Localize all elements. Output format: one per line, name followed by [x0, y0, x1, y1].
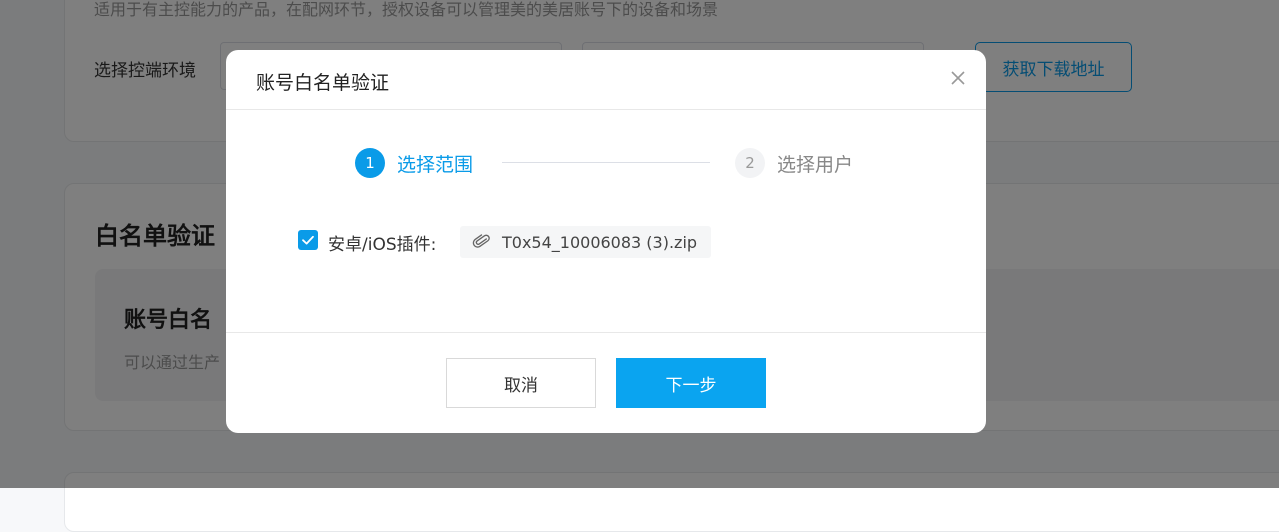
cancel-button[interactable]: 取消 [446, 358, 596, 408]
step-connector [502, 162, 710, 163]
plugin-row: 安卓/iOS插件: T0x54_10006083 (3).zip [298, 226, 938, 258]
close-button[interactable] [946, 66, 970, 90]
plugin-file-name: T0x54_10006083 (3).zip [502, 232, 698, 252]
dialog-footer: 取消 下一步 [226, 332, 986, 433]
plugin-label: 安卓/iOS插件: [328, 235, 437, 255]
paperclip-icon [472, 234, 490, 248]
plugin-checkbox[interactable] [298, 230, 318, 250]
next-step-button[interactable]: 下一步 [616, 358, 766, 408]
dialog-header: 账号白名单验证 [226, 50, 986, 110]
step-2-label: 选择用户 [777, 154, 854, 176]
step-1-label: 选择范围 [397, 154, 474, 176]
check-icon [302, 235, 314, 245]
dialog-title: 账号白名单验证 [256, 72, 390, 94]
whitelist-verify-dialog: 账号白名单验证 1 选择范围 2 选择用户 安卓/iOS插件: T0x54_10… [226, 50, 986, 433]
step-2-number: 2 [735, 148, 765, 178]
steps-indicator: 1 选择范围 2 选择用户 [226, 148, 986, 180]
close-icon [951, 71, 965, 85]
plugin-file-link[interactable]: T0x54_10006083 (3).zip [460, 226, 712, 258]
step-1-number: 1 [355, 148, 385, 178]
